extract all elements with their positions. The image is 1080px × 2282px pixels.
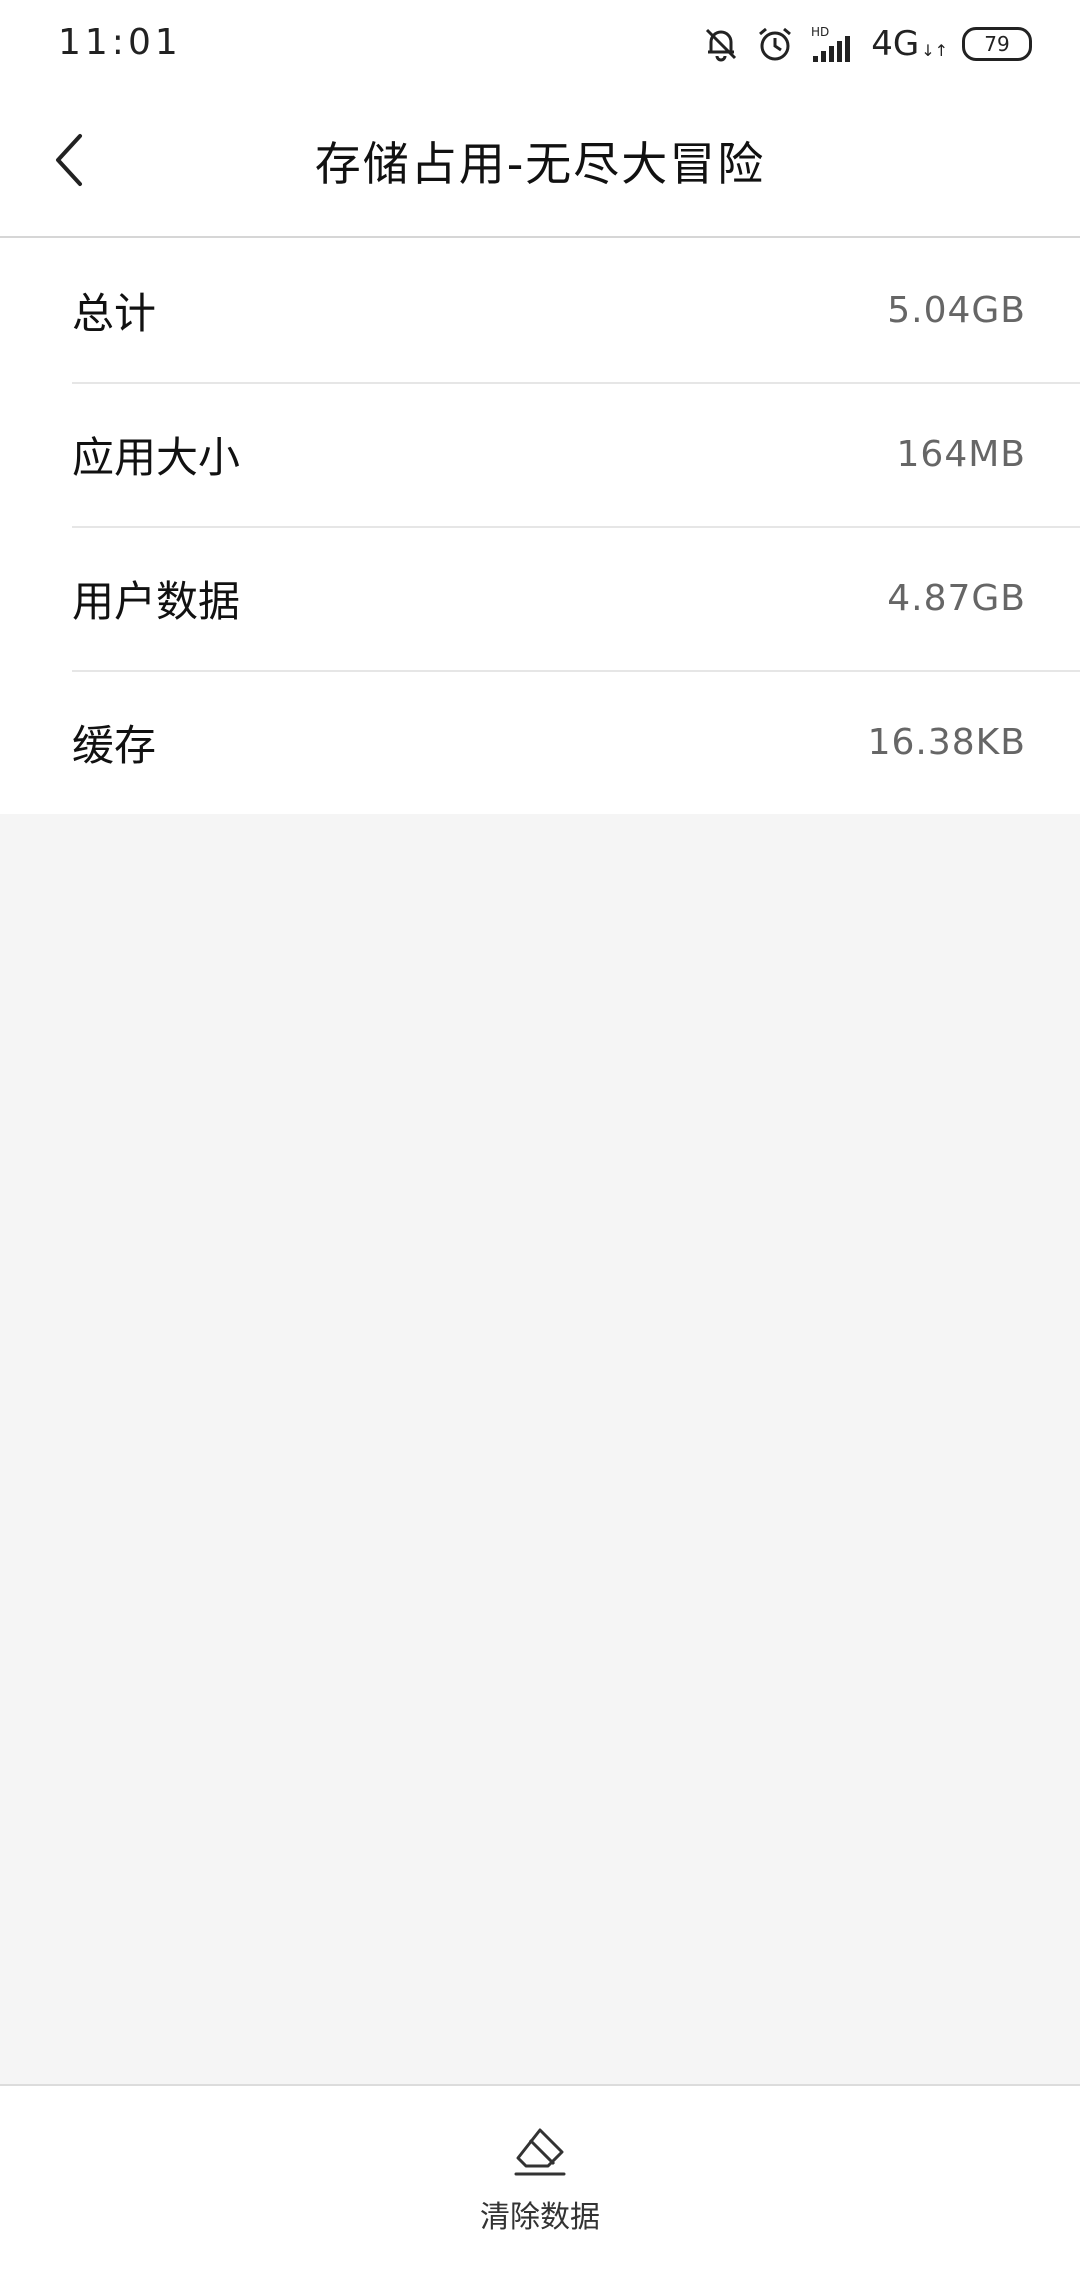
battery-level: 79 [984, 32, 1010, 56]
signal-icon: HD [809, 24, 857, 64]
network-activity: ↓↑ [921, 41, 948, 60]
row-value: 16.38KB [867, 721, 1026, 763]
storage-row-cache: 缓存 16.38KB [0, 670, 1080, 814]
bottom-bar: 清除数据 [0, 2084, 1080, 2282]
clear-data-button[interactable]: 清除数据 [430, 2126, 650, 2256]
storage-row-total: 总计 5.04GB [0, 238, 1080, 382]
network-type: 4G ↓↑ [871, 24, 948, 64]
hd-label: HD [811, 25, 829, 39]
eraser-icon [510, 2126, 570, 2182]
storage-row-app-size: 应用大小 164MB [0, 382, 1080, 526]
mute-bell-icon [701, 24, 741, 64]
storage-row-user-data: 用户数据 4.87GB [0, 526, 1080, 670]
alarm-icon [755, 24, 795, 64]
network-label: 4G [871, 24, 920, 64]
battery-icon: 79 [962, 27, 1032, 61]
page-title: 存储占用-无尽大冒险 [314, 137, 766, 191]
row-value: 164MB [896, 433, 1026, 475]
row-value: 5.04GB [887, 289, 1026, 331]
clear-data-label: 清除数据 [480, 2200, 600, 2235]
storage-list: 总计 5.04GB 应用大小 164MB 用户数据 4.87GB 缓存 16.3… [0, 238, 1080, 814]
row-value: 4.87GB [887, 577, 1026, 619]
status-icons: HD 4G ↓↑ 79 [701, 22, 1032, 66]
status-bar: 11:01 HD 4G ↓↑ 79 [0, 0, 1080, 88]
row-label: 应用大小 [72, 432, 241, 482]
row-label: 用户数据 [72, 576, 241, 626]
status-time: 11:01 [58, 22, 182, 63]
header: 存储占用-无尽大冒险 [0, 88, 1080, 238]
row-label: 缓存 [72, 720, 157, 770]
row-label: 总计 [72, 288, 157, 338]
